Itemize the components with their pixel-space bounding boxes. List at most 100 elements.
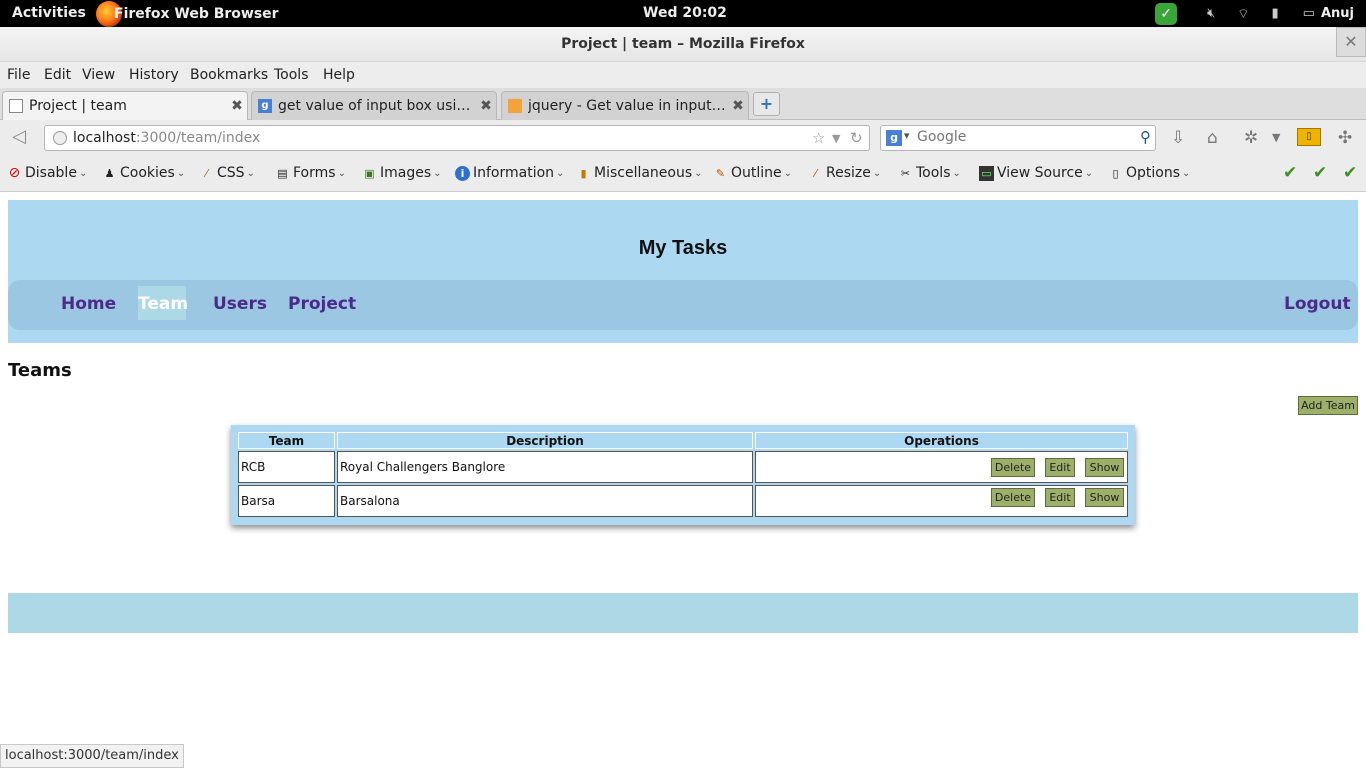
menu-view[interactable]: View	[82, 67, 115, 83]
webdev-outline[interactable]: ✎ Outline ⌄	[713, 165, 792, 181]
history-dropdown-icon[interactable]: ▼	[832, 132, 840, 145]
site-footer	[8, 593, 1358, 633]
tab-label: Project | team	[29, 98, 127, 114]
options-icon: ▯	[1112, 166, 1119, 180]
webdev-tools[interactable]: ✂ Tools ⌄	[898, 165, 961, 181]
check-icon[interactable]: ✔	[1343, 163, 1357, 183]
nav-home-link[interactable]: Home	[61, 294, 116, 314]
web-developer-toolbar: ⊘ Disable ⌄ ♟ Cookies ⌄ ⁄ CSS ⌄ ▤ Forms ⌄ ▣ Image…	[0, 156, 1366, 192]
webdev-information[interactable]: i Information ⌄	[455, 165, 564, 181]
webdev-miscellaneous[interactable]: ▮ Miscellaneous ⌄	[576, 165, 702, 181]
logout-link[interactable]: Logout	[1284, 294, 1351, 314]
delete-button[interactable]: Delete	[991, 458, 1035, 477]
tab-stackoverflow[interactable]: jquery - Get value in input te... ✖	[501, 91, 749, 120]
site-header: My Tasks Home Team Users Project Logout	[8, 200, 1358, 343]
web-page: My Tasks Home Team Users Project Logout …	[0, 192, 1366, 768]
nav-team-link[interactable]: Team	[138, 286, 188, 320]
tab-google-search[interactable]: g get value of input box using j... ✖	[251, 91, 497, 120]
back-arrow-icon[interactable]: ◁	[6, 126, 32, 150]
address-url[interactable]: localhost:3000/team/index	[73, 130, 260, 146]
webdev-images[interactable]: ▣ Images ⌄	[362, 165, 441, 181]
table-header-row: Team Description Operations	[238, 432, 1128, 449]
wifi-icon[interactable]: ⌔	[1237, 6, 1249, 22]
tab-close-icon[interactable]: ✖	[227, 98, 247, 114]
google-engine-icon[interactable]: g	[886, 130, 902, 146]
bookmark-star-icon[interactable]: ☆	[812, 129, 825, 147]
images-icon: ▣	[364, 166, 375, 180]
window-close-button[interactable]: ✕	[1336, 27, 1366, 57]
blank-page-icon	[9, 99, 23, 113]
menu-tools[interactable]: Tools	[274, 67, 309, 83]
cookies-icon: ♟	[104, 166, 115, 180]
reload-icon[interactable]: ↻	[850, 129, 863, 147]
check-icon[interactable]: ✔	[1283, 163, 1297, 183]
search-input[interactable]	[917, 129, 1117, 145]
stackoverflow-icon	[508, 99, 522, 113]
tab-close-icon[interactable]: ✖	[476, 98, 496, 114]
app-menu[interactable]: Firefox Web Browser	[96, 0, 279, 27]
resize-ruler-icon: ⁄	[814, 166, 817, 180]
webdev-disable[interactable]: ⊘ Disable ⌄	[7, 165, 88, 181]
check-icon[interactable]: ✔	[1313, 163, 1327, 183]
menu-bookmarks[interactable]: Bookmarks	[190, 67, 268, 83]
menu-file[interactable]: File	[7, 67, 30, 83]
delete-button[interactable]: Delete	[991, 488, 1035, 507]
table-row: RCB Royal Challengers Banglore Delete Ed…	[238, 451, 1128, 483]
nav-project-link[interactable]: Project	[288, 294, 356, 314]
information-icon: i	[455, 165, 470, 181]
tools-icon: ✂	[900, 166, 911, 180]
app-name: Firefox Web Browser	[114, 5, 279, 22]
window-title: Project | team – Mozilla Firefox	[561, 36, 805, 52]
teams-table: Team Description Operations RCB Royal Ch…	[236, 430, 1130, 519]
edit-button[interactable]: Edit	[1045, 458, 1075, 477]
chevron-down-icon[interactable]: ▾	[904, 129, 910, 142]
google-icon: g	[258, 99, 272, 113]
teams-table-container: Team Description Operations RCB Royal Ch…	[231, 425, 1135, 525]
team-cell: RCB	[238, 451, 335, 483]
downloads-icon[interactable]: ⇩	[1171, 128, 1185, 148]
webdev-cookies[interactable]: ♟ Cookies ⌄	[102, 165, 186, 181]
tab-project-team[interactable]: Project | team ✖	[2, 91, 248, 120]
measure-it-icon[interactable]: ▯	[1297, 128, 1321, 146]
home-icon[interactable]: ⌂	[1207, 128, 1218, 148]
menu-help[interactable]: Help	[323, 67, 355, 83]
tab-close-icon[interactable]: ✖	[728, 98, 748, 114]
team-cell: Barsa	[238, 485, 335, 517]
activities-button[interactable]: Activities	[12, 5, 86, 21]
menu-edit[interactable]: Edit	[44, 67, 71, 83]
gnome-top-bar: Activities Firefox Web Browser Wed 20:02…	[0, 0, 1366, 27]
css-wand-icon: ⁄	[205, 166, 208, 180]
webdev-css[interactable]: ⁄ CSS ⌄	[199, 165, 255, 181]
webdev-resize[interactable]: ⁄ Resize ⌄	[808, 165, 882, 181]
chat-icon[interactable]: ▭	[1303, 6, 1315, 21]
volume-muted-icon[interactable]: 🔇︎	[1207, 6, 1215, 21]
firebug-icon[interactable]: ✲	[1244, 128, 1258, 148]
page-title: Teams	[8, 360, 72, 381]
menu-history[interactable]: History	[129, 67, 179, 83]
operations-cell: Delete Edit Show	[755, 451, 1128, 483]
chevron-down-icon[interactable]: ▼	[1272, 131, 1280, 144]
search-bar[interactable]: g ▾ ⚲	[880, 125, 1156, 151]
webdev-options[interactable]: ▯ Options ⌄	[1108, 165, 1190, 181]
forms-icon: ▤	[277, 166, 288, 180]
show-button[interactable]: Show	[1085, 458, 1124, 477]
column-header-team: Team	[238, 432, 335, 449]
view-source-icon: ▭	[979, 165, 994, 181]
operations-cell: Delete Edit Show	[755, 485, 1128, 517]
navigation-toolbar: ◁ localhost:3000/team/index ☆ ▼ ↻ g ▾ ⚲ …	[0, 120, 1366, 156]
edit-button[interactable]: Edit	[1045, 488, 1075, 507]
add-team-button[interactable]: Add Team	[1298, 396, 1358, 415]
webdev-view-source[interactable]: ▭ View Source ⌄	[979, 165, 1093, 181]
webdev-forms[interactable]: ▤ Forms ⌄	[275, 165, 346, 181]
shield-check-icon[interactable]: ✓	[1155, 2, 1178, 25]
battery-icon[interactable]: ▮	[1272, 6, 1279, 21]
new-tab-button[interactable]: +	[753, 92, 780, 116]
nav-users-link[interactable]: Users	[213, 294, 267, 314]
show-button[interactable]: Show	[1085, 488, 1124, 507]
address-bar[interactable]: localhost:3000/team/index ☆ ▼ ↻	[44, 125, 870, 151]
search-icon[interactable]: ⚲	[1140, 128, 1151, 146]
addon-icon[interactable]: ✣	[1338, 128, 1352, 148]
window-titlebar: Project | team – Mozilla Firefox ✕	[0, 27, 1366, 62]
user-menu[interactable]: Anuj	[1321, 6, 1354, 21]
clock[interactable]: Wed 20:02	[643, 5, 727, 21]
